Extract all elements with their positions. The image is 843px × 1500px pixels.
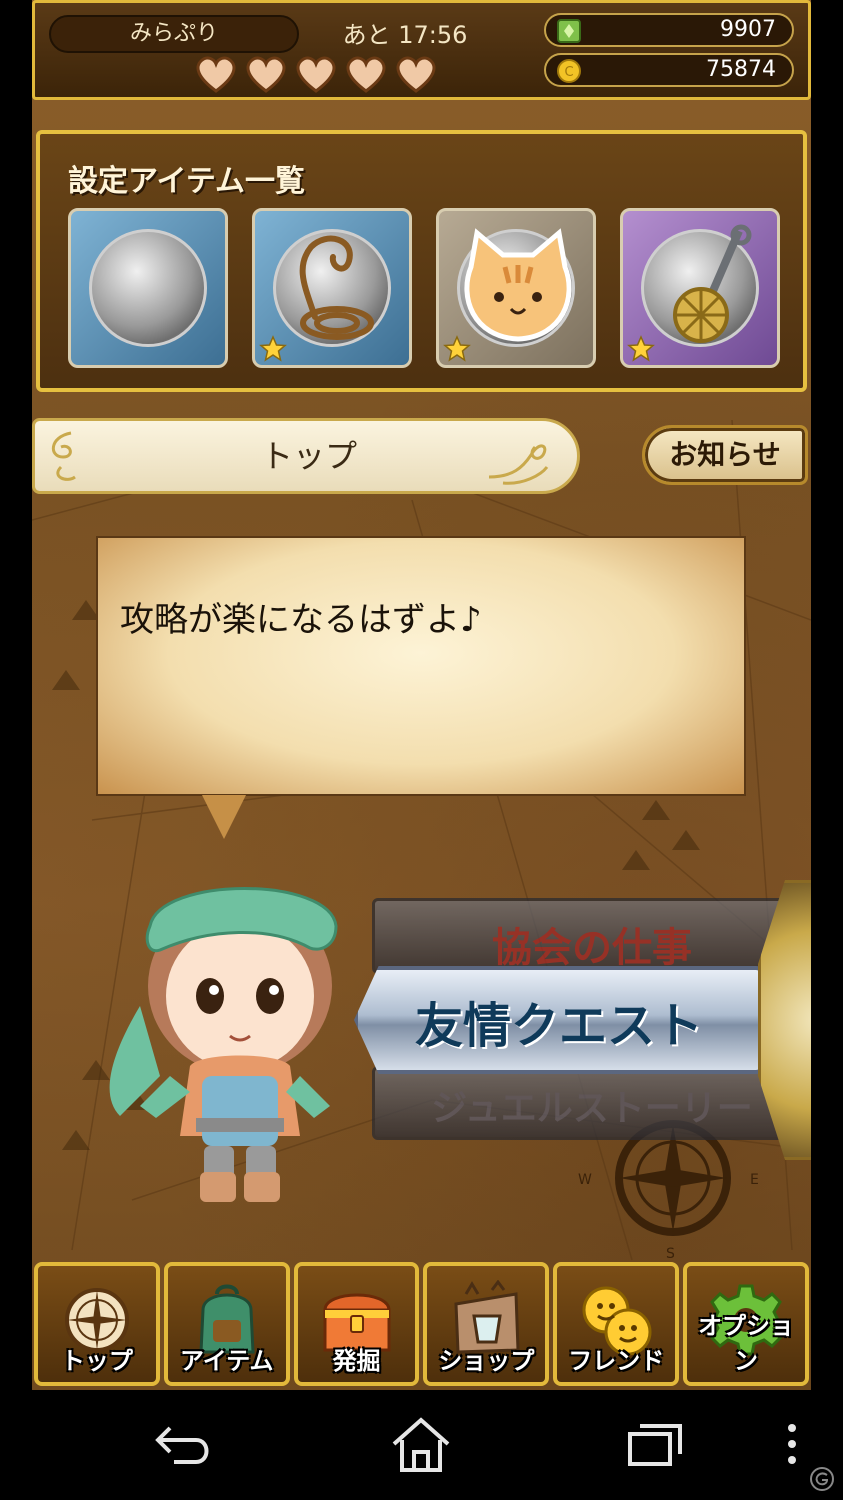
heart-icon	[346, 56, 386, 93]
nav-options[interactable]: オプション	[683, 1262, 809, 1386]
speech-bubble-tail	[202, 795, 246, 839]
mode-label: ジュエルストーリー	[431, 1088, 753, 1129]
nav-label: トップ	[60, 1347, 133, 1375]
stamina-timer: あと 17:56	[342, 21, 468, 49]
recent-apps-icon[interactable]	[620, 1414, 690, 1474]
compass-rose: W E S	[578, 1120, 759, 1262]
heart-icon	[246, 56, 286, 93]
back-icon[interactable]	[150, 1414, 220, 1474]
nav-items[interactable]: アイテム	[163, 1262, 290, 1386]
star-icon	[627, 335, 655, 362]
bottom-nav: トップ アイテム 発掘 ショップ フレンド オプション	[32, 1262, 811, 1390]
player-name: みらぷり	[49, 15, 299, 53]
item-slot-rope[interactable]	[252, 208, 412, 368]
nav-label: 発掘	[332, 1347, 381, 1375]
item-slot-charm[interactable]	[620, 208, 780, 368]
stamina-hearts	[195, 55, 437, 93]
coin-icon: C	[557, 59, 581, 83]
mode-label: 協会の仕事	[492, 925, 692, 971]
coin-count: 75874	[706, 57, 776, 82]
star-icon	[259, 335, 287, 362]
nav-excavate[interactable]: 発掘	[293, 1262, 420, 1386]
coin-counter: C 75874	[544, 53, 794, 87]
svg-text:C: C	[564, 65, 573, 80]
compass-south-label: S	[666, 1246, 675, 1262]
nav-label: オプション	[698, 1312, 795, 1375]
home-icon[interactable]	[386, 1414, 456, 1474]
menu-dots-icon[interactable]	[772, 1414, 812, 1474]
heart-icon	[196, 56, 236, 93]
heart-icon	[396, 56, 436, 93]
gem-counter: 9907	[544, 13, 794, 47]
equipped-items-panel: 設定アイテム一覧	[36, 130, 807, 392]
nav-label: フレンド	[568, 1347, 665, 1375]
nav-friends[interactable]: フレンド	[553, 1262, 680, 1386]
mode-option-jewel-story[interactable]: ジュエルストーリー	[372, 1066, 811, 1140]
item-slot-cat[interactable]	[436, 208, 596, 368]
nav-shop[interactable]: ショップ	[423, 1262, 550, 1386]
heart-icon	[296, 56, 336, 93]
system-nav-bar	[0, 1390, 843, 1500]
gem-icon	[557, 19, 581, 43]
guide-character	[109, 887, 338, 1202]
charm-icon	[673, 224, 752, 343]
speech-text: 攻略が楽になるはずよ♪	[120, 600, 482, 640]
news-button[interactable]: お知らせ	[642, 425, 808, 485]
cat-face-icon	[464, 228, 572, 342]
star-icon	[443, 335, 471, 362]
speech-bubble	[96, 536, 746, 796]
nav-label: ショップ	[438, 1347, 535, 1375]
watermark-logo-icon	[810, 1467, 834, 1491]
mode-option-guild-work[interactable]: 協会の仕事	[372, 898, 811, 974]
status-bar: みらぷり あと 17:56 9907 C 75874	[32, 0, 811, 100]
flourish-icon	[488, 444, 549, 485]
game-screen: みらぷり あと 17:56 9907 C 75874 設定アイテム一覧 トップ …	[32, 0, 811, 1390]
plate-icon	[89, 229, 207, 347]
gem-count: 9907	[720, 17, 776, 42]
nav-label: アイテム	[179, 1347, 274, 1375]
compass-west-label: W	[578, 1172, 592, 1188]
items-panel-title: 設定アイテム一覧	[68, 164, 305, 199]
item-slot-empty[interactable]	[68, 208, 228, 368]
mode-option-friendship-quest[interactable]: 友情クエスト	[354, 966, 764, 1074]
rope-icon	[299, 235, 374, 340]
page-title-banner: トップ	[32, 418, 580, 494]
nav-top[interactable]: トップ	[34, 1262, 160, 1386]
mode-label-selected: 友情クエスト	[414, 998, 703, 1054]
flourish-icon	[52, 431, 76, 481]
compass-east-label: E	[750, 1172, 759, 1188]
